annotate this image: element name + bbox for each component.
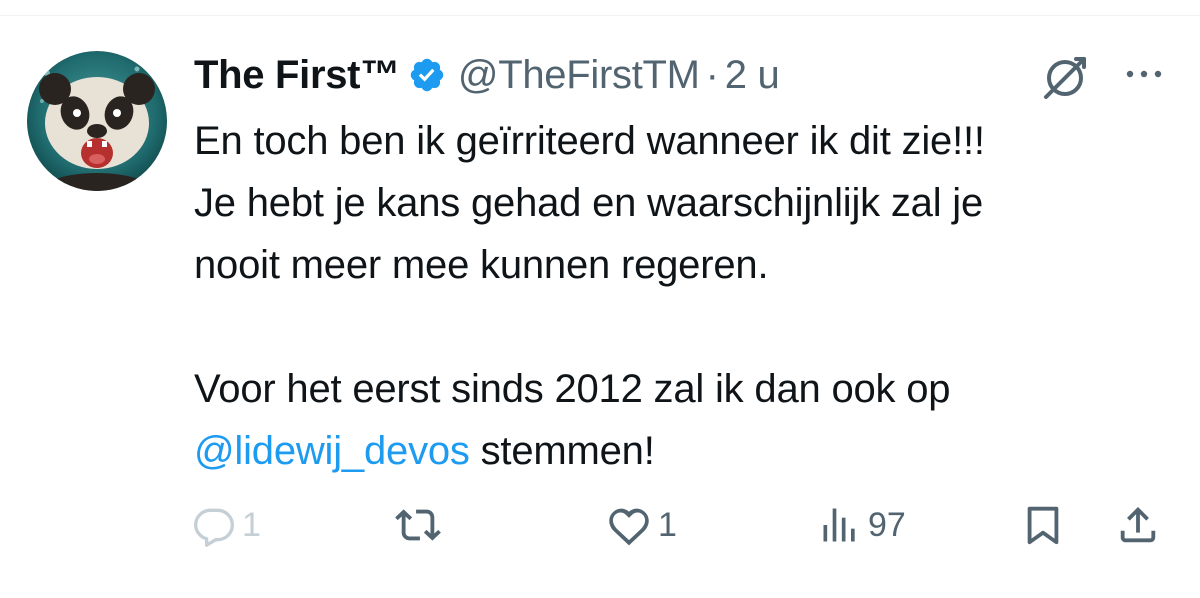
tweet-line: Je hebt je kans gehad en waarschijnlijk …	[194, 181, 984, 225]
tweet[interactable]: The First™ @TheFirstTM · 2 u En toch ben…	[0, 0, 1200, 598]
bookmark-button[interactable]	[1020, 500, 1066, 550]
tweet-line-with-mention: @lidewij_devos stemmen!	[194, 420, 1184, 482]
heart-icon	[609, 508, 649, 546]
action-bar: 1 1 97	[190, 500, 1180, 550]
tweet-line: Voor het eerst sinds 2012 zal ik dan ook…	[194, 367, 951, 411]
more-icon[interactable]	[1120, 56, 1168, 92]
views-button[interactable]: 97	[818, 500, 906, 550]
views-icon	[823, 508, 855, 542]
reply-button[interactable]: 1	[192, 500, 261, 550]
mention-link[interactable]: @lidewij_devos	[194, 429, 470, 473]
like-button[interactable]: 1	[606, 500, 677, 550]
verified-badge-icon[interactable]	[408, 56, 446, 94]
reply-icon	[194, 508, 234, 547]
user-handle[interactable]: @TheFirstTM	[458, 53, 700, 98]
tweet-line: En toch ben ik geïrriteerd wanneer ik di…	[194, 119, 985, 163]
tweet-text: En toch ben ik geïrriteerd wanneer ik di…	[194, 110, 1184, 482]
panda-avatar-image	[27, 51, 167, 191]
share-button[interactable]	[1115, 500, 1161, 550]
like-count: 1	[658, 505, 677, 544]
separator-dot: ·	[705, 52, 719, 97]
grok-icon[interactable]	[1040, 52, 1090, 102]
avatar[interactable]	[27, 51, 167, 191]
tweet-line: nooit meer mee kunnen regeren.	[194, 243, 769, 287]
share-icon	[1120, 506, 1156, 543]
retweet-button[interactable]	[395, 500, 441, 550]
display-name[interactable]: The First™	[194, 53, 400, 98]
timestamp[interactable]: 2 u	[725, 53, 780, 98]
views-count: 97	[868, 505, 906, 544]
reply-count: 1	[242, 505, 261, 544]
tweet-line-end: stemmen!	[469, 429, 655, 473]
tweet-header: The First™ @TheFirstTM · 2 u	[194, 48, 780, 102]
retweet-icon	[395, 509, 441, 541]
bookmark-icon	[1027, 506, 1059, 545]
